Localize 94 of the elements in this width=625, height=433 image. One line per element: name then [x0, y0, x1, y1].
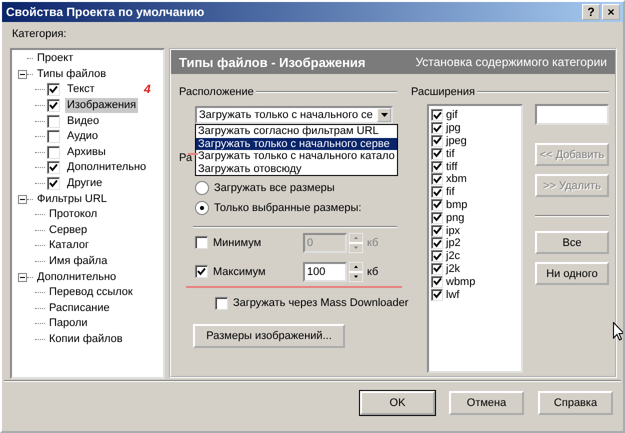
checkbox[interactable]: [47, 146, 60, 159]
checkbox-label: Минимум: [213, 236, 262, 248]
select-all-button[interactable]: Все: [535, 231, 609, 254]
extension-label: fif: [446, 186, 455, 198]
extension-label: jp2: [446, 237, 461, 250]
group-label: Ра: [179, 152, 192, 164]
dialog-button[interactable]: Отмена: [449, 391, 524, 415]
panel-title: Типы файлов - Изображения: [179, 54, 366, 70]
tree-item[interactable]: Перевод ссылок: [47, 285, 135, 300]
collapse-icon[interactable]: [18, 70, 27, 79]
tree-item[interactable]: Расписание: [47, 300, 112, 316]
extension-label: j2k: [446, 262, 460, 275]
extension-label: lwf: [446, 288, 460, 301]
checkbox-label: Максимум: [213, 266, 267, 278]
extension-label: jpeg: [446, 134, 467, 147]
checkbox[interactable]: [47, 83, 60, 96]
checkbox[interactable]: [431, 198, 443, 211]
extension-label: j2c: [446, 250, 460, 262]
extension-label: wbmp: [446, 276, 476, 288]
checkbox[interactable]: [431, 160, 443, 173]
panel-subtitle: Установка содержимого категории: [415, 55, 607, 69]
location-dropdown[interactable]: Загружать только с начального се: [195, 106, 393, 124]
extension-label: bmp: [446, 198, 468, 211]
tree-item[interactable]: Типы файлов: [35, 66, 108, 82]
tree-item[interactable]: Копии файлов: [47, 332, 125, 347]
dropdown-option[interactable]: Загружать согласно фильтрам URL: [196, 125, 397, 138]
checkbox[interactable]: [195, 265, 208, 278]
spinner-arrows-icon[interactable]: [349, 262, 363, 282]
tree-item[interactable]: Архивы: [65, 144, 108, 160]
checkbox[interactable]: [431, 212, 443, 224]
extension-label: tif: [446, 148, 455, 160]
tree-item[interactable]: Дополнительно: [65, 160, 148, 176]
dropdown-option[interactable]: Загружать только с начального катало: [196, 150, 397, 162]
window-title: Свойства Проекта по умолчанию: [6, 5, 204, 19]
extension-label: gif: [446, 109, 458, 122]
checkbox[interactable]: [431, 122, 443, 134]
tree-item[interactable]: Видео: [65, 114, 102, 129]
radio-label: Только выбранные размеры:: [214, 202, 362, 214]
group-label: Расширения: [411, 86, 475, 98]
extension-input[interactable]: [535, 104, 609, 125]
title-bar-button[interactable]: ×: [602, 4, 620, 20]
tree-item[interactable]: Текст: [65, 82, 97, 98]
radio-button[interactable]: [195, 201, 209, 215]
checkbox[interactable]: [47, 130, 60, 144]
tree-item[interactable]: Сервер: [47, 222, 90, 238]
checkbox[interactable]: [431, 288, 443, 301]
extension-label: ipx: [446, 224, 460, 237]
checkbox[interactable]: [431, 134, 443, 147]
group-label: Расположение: [179, 86, 254, 98]
dropdown-option[interactable]: Загружать отовсюду: [196, 162, 397, 175]
checkbox[interactable]: [431, 109, 443, 122]
dialog-button[interactable]: OK: [360, 391, 435, 415]
checkbox[interactable]: [431, 173, 443, 186]
checkbox[interactable]: [47, 177, 60, 190]
collapse-icon[interactable]: [18, 272, 27, 282]
tree-item[interactable]: Фильтры URL: [35, 192, 109, 207]
dialog-button[interactable]: Справка: [538, 391, 613, 415]
checkbox[interactable]: [431, 276, 443, 288]
extension-label: png: [446, 212, 464, 224]
tree-item[interactable]: Дополнительно: [35, 270, 118, 285]
number-field[interactable]: 100: [303, 262, 347, 282]
checkbox[interactable]: [431, 186, 443, 198]
category-label: Категория:: [12, 27, 68, 42]
title-bar-button[interactable]: ?: [582, 4, 600, 20]
checkbox-label: Загружать через Mass Downloader: [233, 297, 408, 309]
unit-label: кб: [367, 266, 378, 278]
collapse-icon[interactable]: [18, 194, 27, 204]
tree-item[interactable]: Аудио: [65, 129, 100, 144]
tree-item[interactable]: Каталог: [47, 238, 91, 254]
dropdown-option[interactable]: Загружать только с начального серве: [196, 138, 397, 150]
tree-item[interactable]: Другие: [65, 176, 104, 192]
extension-label: jpg: [446, 122, 461, 134]
checkbox[interactable]: [47, 99, 60, 112]
unit-label: кб: [367, 236, 378, 248]
tree-item[interactable]: Имя файла: [47, 254, 110, 270]
checkbox[interactable]: [215, 296, 228, 310]
select-none-button[interactable]: Ни одного: [535, 262, 609, 285]
tree-item[interactable]: Пароли: [47, 316, 90, 332]
tree-item[interactable]: Протокол: [47, 207, 100, 222]
tree-item[interactable]: Проект: [35, 51, 76, 66]
checkbox[interactable]: [431, 224, 443, 237]
radio-button[interactable]: [195, 181, 209, 195]
checkbox[interactable]: [431, 262, 443, 275]
checkbox[interactable]: [431, 148, 443, 160]
extension-label: xbm: [446, 173, 467, 186]
annotation-mark: 4: [144, 82, 151, 96]
checkbox[interactable]: [431, 250, 443, 262]
image-sizes-button[interactable]: Размеры изображений...: [193, 324, 345, 348]
radio-label: Загружать все размеры: [214, 182, 335, 194]
extension-label: tiff: [446, 160, 458, 173]
checkbox[interactable]: [47, 114, 60, 128]
tree-item[interactable]: Изображения: [65, 98, 138, 114]
checkbox[interactable]: [431, 237, 443, 250]
checkbox[interactable]: [47, 161, 60, 174]
